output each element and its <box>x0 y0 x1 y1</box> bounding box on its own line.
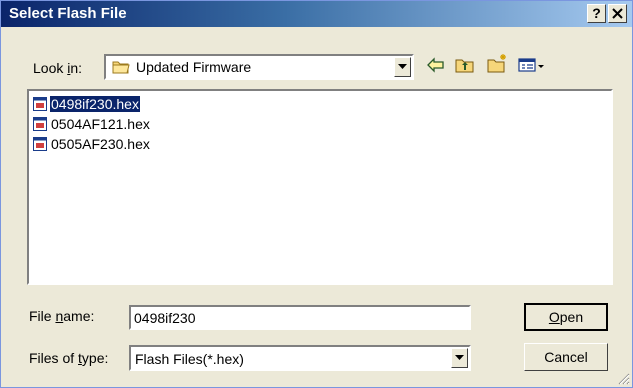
new-folder-icon[interactable] <box>487 53 509 74</box>
list-item[interactable]: 0504AF121.hex <box>33 115 151 133</box>
look-in-label-post: n: <box>70 60 83 76</box>
close-button[interactable] <box>608 4 627 23</box>
resize-grip-icon[interactable] <box>618 373 630 385</box>
file-type-label-post: ype: <box>81 350 109 366</box>
hex-file-icon <box>33 117 47 131</box>
back-arrow-icon[interactable] <box>426 57 446 73</box>
chevron-down-icon <box>398 64 407 69</box>
select-flash-file-dialog: Select Flash File ? Look in: Updated Fir… <box>0 0 633 388</box>
file-list[interactable]: 0498if230.hex 0504AF121.hex 0505AF230.he… <box>27 89 613 285</box>
up-folder-icon[interactable] <box>455 57 475 74</box>
file-name: 0498if230.hex <box>49 95 141 113</box>
open-button-label: pen <box>559 309 584 325</box>
look-in-value: Updated Firmware <box>136 59 252 75</box>
file-name-label: File name: <box>29 308 94 324</box>
close-icon <box>612 8 623 19</box>
list-item[interactable]: 0505AF230.hex <box>33 135 151 153</box>
hex-file-icon <box>33 97 47 111</box>
file-name-label-post: ame: <box>63 308 95 324</box>
file-name: 0505AF230.hex <box>51 136 150 152</box>
look-in-label: Look in: <box>33 60 82 76</box>
look-in-combo[interactable]: Updated Firmware <box>104 54 414 80</box>
view-menu-icon[interactable] <box>518 57 546 73</box>
window-title: Select Flash File <box>9 5 127 22</box>
help-button[interactable]: ? <box>587 4 606 23</box>
file-name-input[interactable]: 0498if230 <box>129 305 471 330</box>
open-button[interactable]: Open <box>524 303 608 331</box>
folder-icon <box>112 61 130 74</box>
cancel-button[interactable]: Cancel <box>524 343 608 371</box>
chevron-down-icon <box>455 355 464 360</box>
hex-file-icon <box>33 137 47 151</box>
file-type-label: Files of type: <box>29 350 108 366</box>
list-item[interactable]: 0498if230.hex <box>33 95 141 113</box>
look-in-dropdown-button[interactable] <box>394 57 411 77</box>
file-name-label-pre: File <box>29 308 56 324</box>
file-type-combo[interactable]: Flash Files(*.hex) <box>129 345 471 371</box>
title-bar[interactable]: Select Flash File ? <box>1 1 632 27</box>
open-button-key: O <box>548 309 560 325</box>
file-type-dropdown-button[interactable] <box>451 348 468 368</box>
look-in-label-pre: Look <box>33 60 68 76</box>
file-name: 0504AF121.hex <box>51 116 150 132</box>
file-type-value: Flash Files(*.hex) <box>135 351 244 367</box>
file-type-label-pre: Files of <box>29 350 79 366</box>
